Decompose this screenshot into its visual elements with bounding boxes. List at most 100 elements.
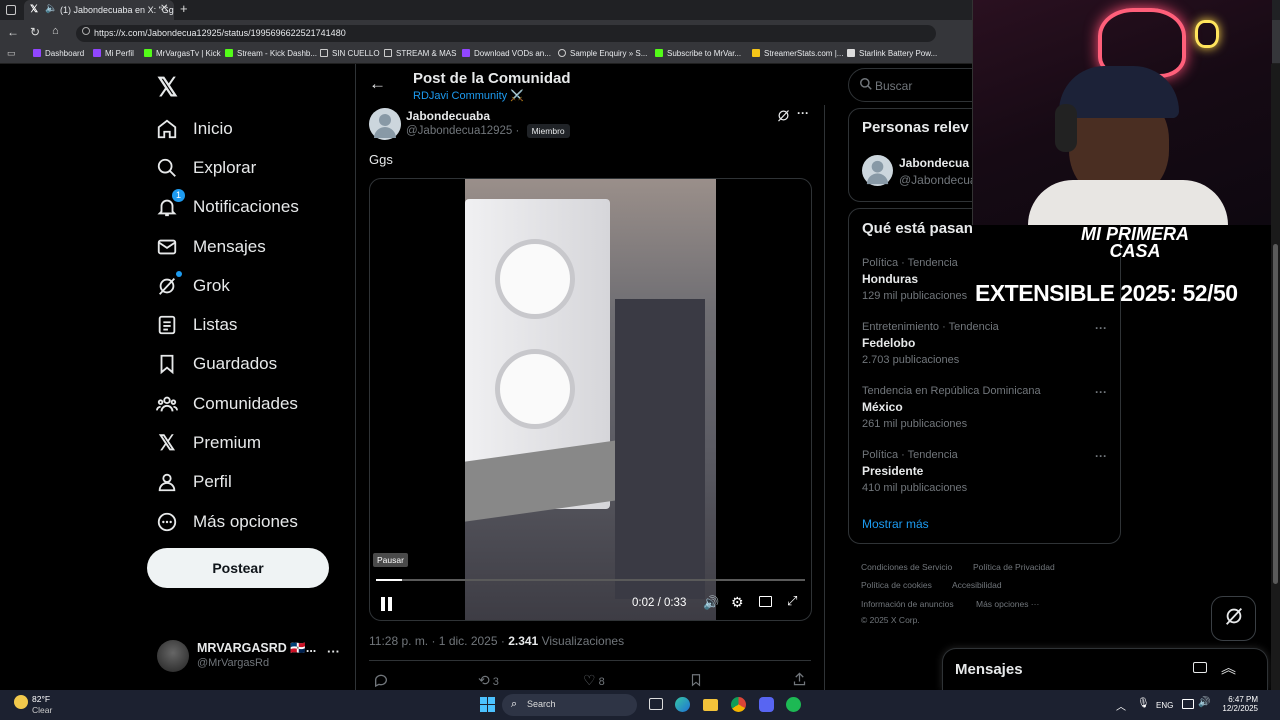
share-icon[interactable] — [792, 671, 807, 692]
grok-icon[interactable] — [776, 108, 791, 128]
settings-gear-icon[interactable]: ⚙ — [731, 594, 744, 611]
start-button[interactable] — [480, 697, 495, 712]
repost-count: 3 — [492, 676, 499, 688]
sidebar-item-notificaciones[interactable]: 1 Notificaciones — [155, 189, 299, 222]
footer-copyright: © 2025 X Corp. — [861, 615, 920, 625]
pause-icon[interactable] — [381, 597, 393, 611]
language-indicator[interactable]: ENG — [1156, 701, 1173, 710]
tray-chevron-icon[interactable]: ︿ — [1116, 698, 1126, 713]
sidebar-item-comunidades[interactable]: Comunidades — [155, 389, 298, 419]
discord-icon[interactable] — [759, 697, 774, 712]
list-icon — [155, 313, 179, 337]
weather-widget[interactable]: 82°F Clear — [14, 693, 74, 717]
picture-in-picture-icon[interactable] — [759, 596, 772, 607]
post-button[interactable]: Postear — [147, 548, 329, 588]
page-scrollbar[interactable] — [1271, 64, 1280, 690]
bookmark-download-vods[interactable]: Download VODs an... — [462, 49, 551, 58]
home-browser-icon[interactable]: ⌂ — [52, 25, 59, 37]
post-timestamp[interactable]: 11:28 p. m. · 1 dic. 2025 · — [369, 634, 505, 648]
grok-floating-button[interactable] — [1211, 596, 1256, 641]
chrome-icon[interactable] — [731, 697, 746, 712]
trend-more-icon[interactable]: ··· — [1095, 321, 1107, 335]
post-more-icon[interactable]: ··· — [797, 106, 809, 120]
site-info-icon[interactable] — [82, 27, 90, 35]
sidebar-item-inicio[interactable]: Inicio — [155, 114, 233, 144]
more-dots-icon[interactable]: ··· — [327, 644, 340, 659]
messages-drawer[interactable]: Mensajes ︽ — [942, 648, 1268, 690]
volume-icon[interactable]: 🔊 — [1198, 697, 1210, 708]
avatar[interactable] — [369, 108, 401, 140]
like-button[interactable]: ♡ 8 — [583, 672, 605, 689]
trend-item[interactable]: Entretenimiento · Tendencia Fedelobo 2.7… — [862, 321, 1112, 371]
bookmark-kick-profile[interactable]: MrVargasTv | Kick — [144, 49, 221, 58]
sidebar-item-guardados[interactable]: Guardados — [155, 349, 277, 379]
scrollbar-thumb[interactable] — [1273, 244, 1278, 584]
video-player[interactable]: Pausar 0:02 / 0:33 🔊 ⚙ ⤢ — [369, 178, 812, 621]
footer-accessibility-link[interactable]: Accesibilidad — [952, 580, 1002, 590]
bookmark-folder-stream[interactable]: STREAM & MAS — [384, 49, 456, 58]
separator-dot: · — [515, 125, 520, 137]
sidebar-item-listas[interactable]: Listas — [155, 310, 237, 340]
bookmark-kick-dashboard[interactable]: Stream - Kick Dashb... — [225, 49, 317, 58]
author-handle[interactable]: @Jabondecua12925 — [406, 125, 512, 137]
file-explorer-icon[interactable] — [703, 699, 718, 711]
repost-button[interactable]: ⟲ 3 — [478, 672, 499, 689]
author-name[interactable]: Jabondecuaba — [406, 109, 490, 123]
url-input[interactable]: https://x.com/Jabondecua12925/status/199… — [76, 25, 936, 42]
community-link[interactable]: RDJavi Community ⚔️ — [413, 89, 524, 102]
follow-name[interactable]: Jabondecua — [899, 156, 969, 170]
trend-item[interactable]: Política · Tendencia Presidente 410 mil … — [862, 449, 1112, 499]
sidebar-item-premium[interactable]: 𝕏 Premium — [155, 428, 261, 458]
sidebar-item-explorar[interactable]: Explorar — [155, 153, 256, 183]
video-progress-track[interactable] — [376, 579, 805, 581]
expand-chevron-icon[interactable]: ︽ — [1221, 657, 1236, 678]
edge-icon[interactable] — [675, 697, 690, 712]
footer-terms-link[interactable]: Condiciones de Servicio — [861, 562, 952, 572]
microphone-icon[interactable]: 🎙 — [1137, 698, 1150, 709]
sidebar-item-label: Grok — [193, 276, 230, 295]
avatar[interactable] — [862, 155, 893, 186]
bookmark-subscribe[interactable]: Subscribe to MrVar... — [655, 49, 741, 58]
account-switcher[interactable]: MRVARGASRD 🇩🇴... @MrVargasRd ··· — [157, 640, 347, 674]
bookmark-mi-perfil[interactable]: Mi Perfil — [93, 49, 134, 58]
sidebar-item-grok[interactable]: Grok — [155, 271, 230, 301]
trend-more-icon[interactable]: ··· — [1095, 449, 1107, 463]
taskbar-search[interactable]: ⌕ Search — [502, 694, 637, 716]
back-icon[interactable]: ← — [7, 25, 19, 39]
task-view-icon[interactable] — [649, 698, 663, 710]
footer-more-link[interactable]: Más opciones ··· — [976, 599, 1039, 609]
sidebar-item-mensajes[interactable]: Mensajes — [155, 232, 266, 262]
sidebar-item-mas-opciones[interactable]: Más opciones — [155, 507, 298, 537]
new-message-icon[interactable] — [1193, 662, 1207, 673]
stream-logo-text: MI PRIMERA CASA — [1081, 224, 1189, 261]
bookmark-sample-enquiry[interactable]: Sample Enquiry » S... — [558, 49, 647, 58]
bookmark-dashboard[interactable]: Dashboard — [33, 49, 84, 58]
volume-icon[interactable]: 🔊 — [703, 595, 719, 611]
tab-close-icon[interactable]: ✕ — [160, 3, 168, 14]
bookmark-folder-sin-cuello[interactable]: SIN CUELLO — [320, 49, 380, 58]
speaker-icon[interactable]: 🔈 — [45, 3, 57, 14]
back-arrow-icon[interactable]: ← — [369, 74, 386, 94]
show-more-link[interactable]: Mostrar más — [862, 517, 929, 531]
bookmarks-menu-icon[interactable]: ▭ — [7, 48, 16, 59]
network-icon[interactable] — [1182, 699, 1194, 709]
trend-item[interactable]: Tendencia en República Dominicana México… — [862, 385, 1112, 435]
avatar — [157, 640, 189, 672]
bookmark-streamerstats[interactable]: StreamerStats.com |... — [752, 49, 843, 58]
footer-privacy-link[interactable]: Política de Privacidad — [973, 562, 1055, 572]
x-logo-icon[interactable]: 𝕏 — [157, 72, 178, 103]
trend-more-icon[interactable]: ··· — [1095, 385, 1107, 399]
tab-actions-icon[interactable] — [6, 5, 16, 15]
bookmark-starlink[interactable]: Starlink Battery Pow... — [847, 49, 937, 58]
sidebar-item-perfil[interactable]: Perfil — [155, 467, 232, 497]
spotify-icon[interactable] — [786, 697, 801, 712]
page-title: Post de la Comunidad — [413, 70, 571, 87]
footer-cookies-link[interactable]: Política de cookies — [861, 580, 932, 590]
clock[interactable]: 6:47 PM 12/2/2025 — [1218, 695, 1258, 713]
fullscreen-icon[interactable]: ⤢ — [787, 593, 797, 609]
new-tab-button[interactable]: + — [180, 1, 188, 16]
sidebar-item-label: Perfil — [193, 472, 232, 491]
reload-icon[interactable]: ↻ — [30, 25, 40, 39]
center-right-border — [824, 105, 825, 690]
footer-ads-info-link[interactable]: Información de anuncios — [861, 599, 954, 609]
